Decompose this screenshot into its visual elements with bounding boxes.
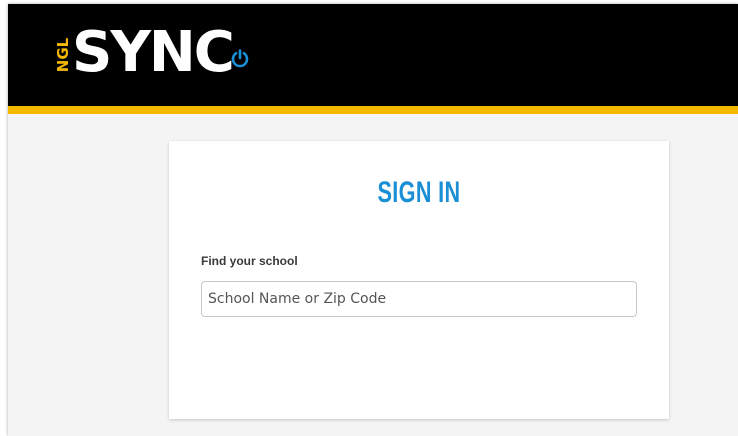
logo-sync-text: SYNC: [72, 20, 235, 85]
browser-window: NGL SYNC SIGN IN Find your school: [8, 4, 738, 436]
power-icon: [231, 49, 249, 68]
signin-title: SIGN IN: [377, 176, 461, 209]
site-header: NGL SYNC: [8, 4, 738, 106]
signin-card: SIGN IN Find your school: [169, 141, 669, 419]
school-search-input[interactable]: [201, 281, 637, 317]
logo-ngl-mark: NGL: [54, 26, 72, 84]
logo-ngl-text: NGL: [54, 37, 72, 73]
find-school-label: Find your school: [201, 254, 298, 268]
header-accent-stripe: [8, 106, 738, 114]
